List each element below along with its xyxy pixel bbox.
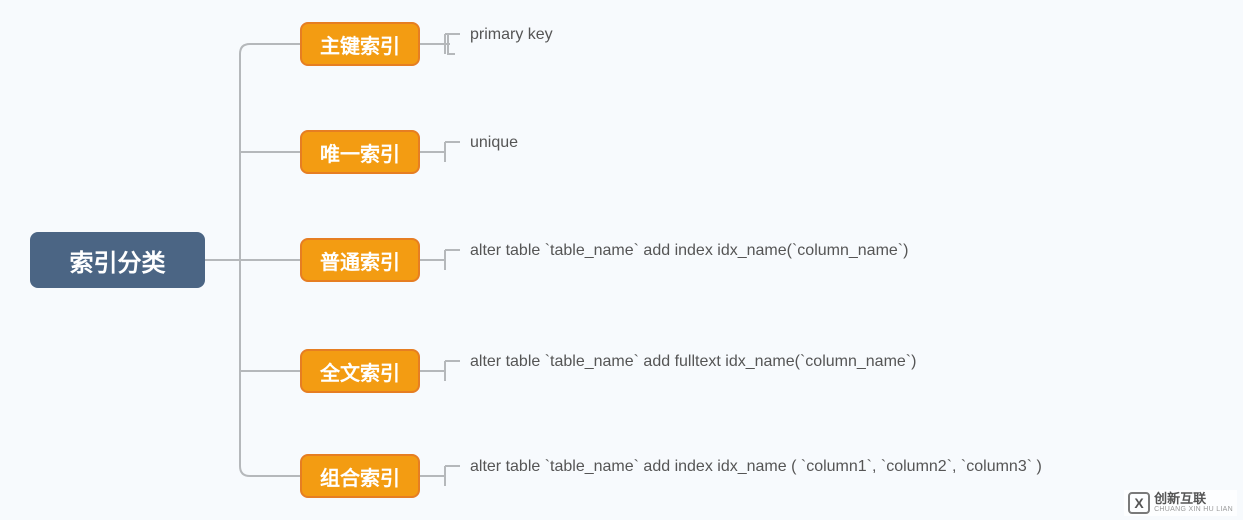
child-label: 普通索引 <box>320 246 400 275</box>
watermark: X 创新互联 CHUANG XIN HU LIAN <box>1124 490 1237 516</box>
child-label: 组合索引 <box>320 462 400 491</box>
child-node-fulltext: 全文索引 <box>300 349 420 393</box>
child-desc-composite: alter table `table_name` add index idx_n… <box>470 458 1042 476</box>
watermark-line1: 创新互联 <box>1154 492 1233 506</box>
child-label: 唯一索引 <box>320 138 400 167</box>
child-desc-normal: alter table `table_name` add index idx_n… <box>470 242 908 260</box>
child-node-primary-key: 主键索引 <box>300 22 420 66</box>
root-label: 索引分类 <box>70 243 166 278</box>
root-node: 索引分类 <box>30 232 205 288</box>
child-node-unique: 唯一索引 <box>300 130 420 174</box>
watermark-logo-icon: X <box>1128 492 1150 514</box>
child-node-composite: 组合索引 <box>300 454 420 498</box>
child-desc-fulltext: alter table `table_name` add fulltext id… <box>470 353 916 371</box>
child-label: 主键索引 <box>320 30 400 59</box>
watermark-logo-letter: X <box>1134 495 1143 511</box>
child-node-normal: 普通索引 <box>300 238 420 282</box>
child-desc-primary-key: primary key <box>470 26 553 44</box>
child-label: 全文索引 <box>320 357 400 386</box>
watermark-line2: CHUANG XIN HU LIAN <box>1154 506 1233 514</box>
child-desc-unique: unique <box>470 134 518 152</box>
